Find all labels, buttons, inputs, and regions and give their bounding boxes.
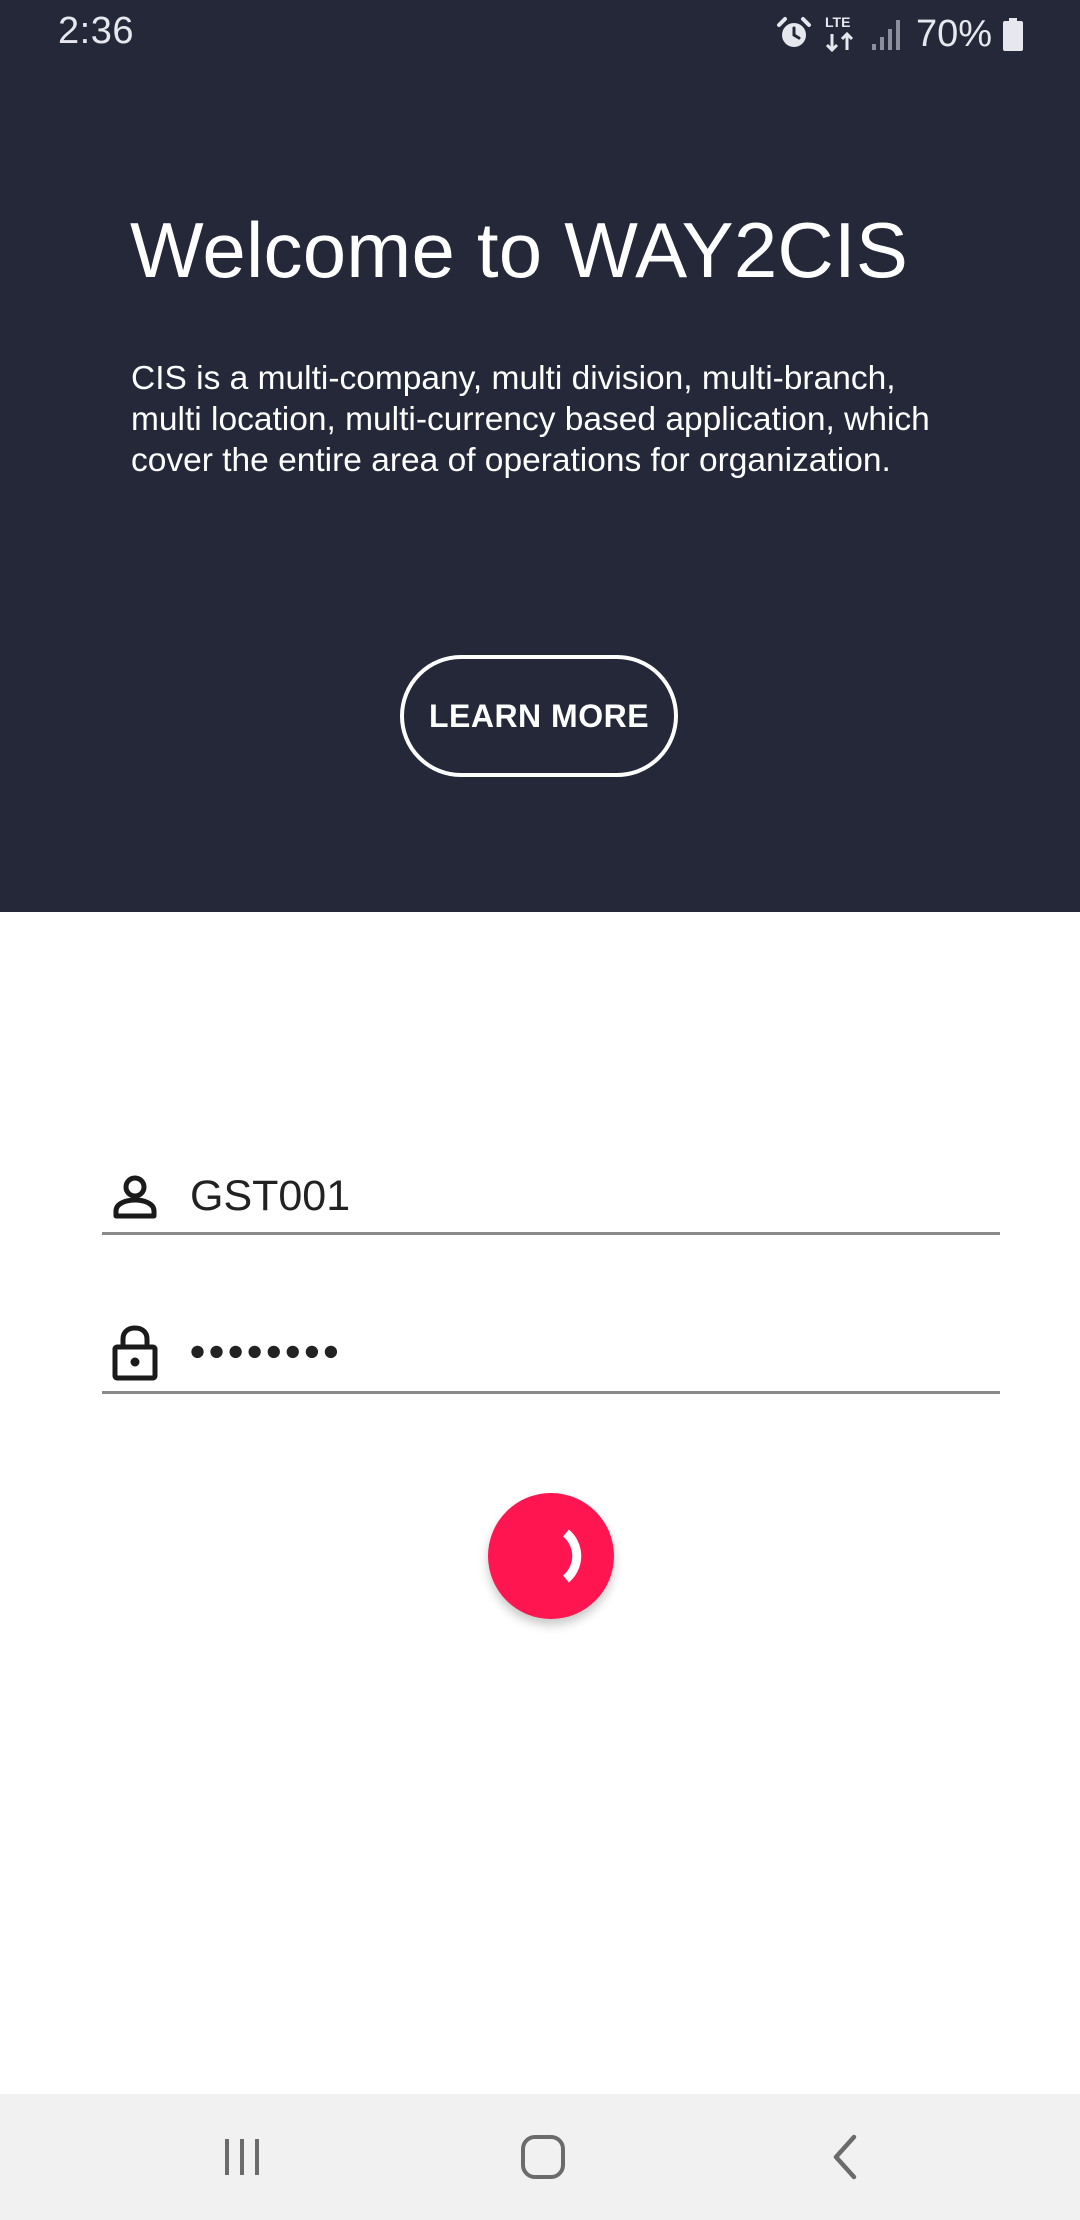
username-input[interactable]: [190, 1162, 970, 1230]
recents-icon[interactable]: [202, 2122, 282, 2192]
lte-label: LTE: [825, 14, 850, 30]
lte-data-icon: LTE: [822, 14, 860, 54]
battery-icon: [1002, 16, 1024, 52]
password-input[interactable]: ••••••••: [190, 1318, 970, 1386]
welcome-title: Welcome to WAY2CIS: [130, 206, 909, 294]
username-field[interactable]: [102, 1160, 1000, 1235]
login-button[interactable]: [488, 1493, 614, 1619]
battery-percent: 70%: [915, 12, 992, 55]
lock-icon: [108, 1325, 162, 1381]
password-field[interactable]: ••••••••: [102, 1316, 1000, 1394]
status-time: 2:36: [58, 10, 134, 52]
welcome-header: 2:36 LTE 70% Welcome to WAY2CIS CIS is a…: [0, 0, 1080, 912]
learn-more-button[interactable]: LEARN MORE: [400, 655, 678, 777]
alarm-icon: [776, 16, 812, 52]
signal-icon: [870, 16, 904, 52]
back-icon[interactable]: [806, 2122, 886, 2192]
home-icon[interactable]: [503, 2122, 583, 2192]
person-icon: [108, 1170, 162, 1224]
status-icons: LTE 70%: [776, 8, 1024, 60]
loading-spinner-icon: [488, 1493, 614, 1619]
status-bar: 2:36 LTE 70%: [0, 0, 1080, 68]
app-description: CIS is a multi-company, multi division, …: [131, 360, 930, 479]
system-nav-bar: [0, 2094, 1080, 2220]
